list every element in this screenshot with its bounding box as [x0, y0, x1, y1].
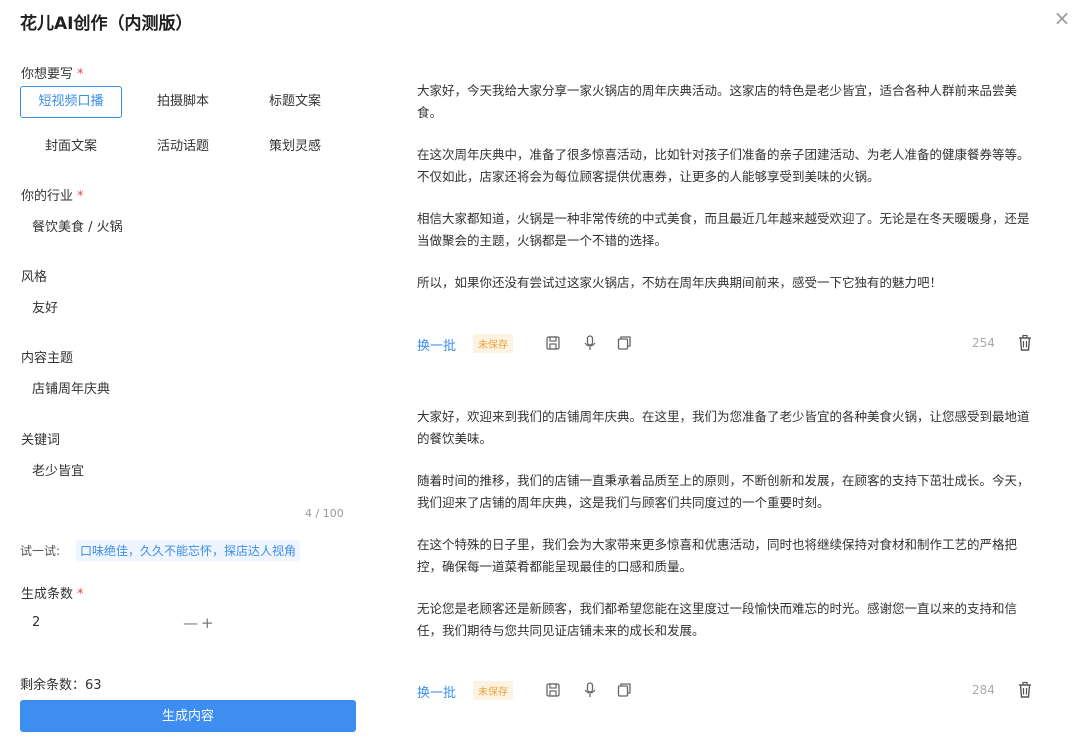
- keywords-input[interactable]: 老少皆宜: [32, 460, 84, 479]
- refresh-button[interactable]: 换一批: [417, 682, 456, 701]
- unsaved-badge: 未保存: [473, 681, 513, 700]
- result-paragraph: 无论您是老顾客还是新顾客，我们都希望您能在这里度过一段愉快而难忘的时光。感谢您一…: [417, 601, 1018, 638]
- form-panel: 你想要写 * 短视频口播 拍摄脚本 标题文案 封面文案 活动话题 策划灵感 你的行…: [0, 0, 360, 749]
- trash-icon[interactable]: [1017, 681, 1033, 699]
- required-mark: *: [77, 587, 84, 602]
- result-paragraph: 大家好，欢迎来到我们的店铺周年庆典。在这里，我们为您准备了老少皆宜的各种美食火锅…: [417, 409, 1030, 446]
- result-paragraph: 所以，如果你还没有尝试过这家火锅店，不妨在周年庆典期间前来，感受一下它独有的魅力…: [417, 275, 943, 290]
- count-stepper: —+: [183, 614, 217, 632]
- industry-label: 你的行业 *: [21, 189, 84, 204]
- type-option-title-copy[interactable]: 标题文案: [244, 86, 346, 118]
- style-select[interactable]: 友好: [32, 297, 58, 316]
- generate-button[interactable]: 生成内容: [20, 700, 356, 732]
- decrement-button[interactable]: —: [183, 614, 201, 632]
- type-option-script[interactable]: 拍摄脚本: [132, 86, 234, 118]
- write-type-label: 你想要写 *: [21, 67, 84, 82]
- trash-icon[interactable]: [1017, 334, 1033, 352]
- keywords-counter: 4 / 100: [305, 507, 344, 520]
- save-icon[interactable]: [545, 681, 561, 699]
- result-card-2: 大家好，欢迎来到我们的店铺周年庆典。在这里，我们为您准备了老少皆宜的各种美食火锅…: [417, 406, 1037, 662]
- result-paragraph: 在这次周年庆典中，准备了很多惊喜活动，比如针对孩子们准备的亲子团建活动、为老人准…: [417, 147, 1030, 184]
- count-input[interactable]: 2: [32, 615, 40, 630]
- required-mark: *: [77, 189, 84, 204]
- result-toolbar-1: 换一批 未保存 254: [417, 334, 1037, 354]
- required-mark: *: [77, 67, 84, 82]
- try-row: 试一试: 口味绝佳，久久不能忘怀，探店达人视角: [20, 540, 301, 561]
- increment-button[interactable]: +: [201, 614, 217, 632]
- close-icon[interactable]: ×: [1052, 8, 1072, 28]
- save-icon[interactable]: [545, 334, 561, 352]
- count-label: 生成条数 *: [21, 587, 84, 602]
- microphone-icon[interactable]: [582, 681, 598, 699]
- copy-icon[interactable]: [616, 681, 632, 699]
- result-toolbar-2: 换一批 未保存 284: [417, 681, 1037, 701]
- refresh-button[interactable]: 换一批: [417, 335, 456, 354]
- result-paragraph: 大家好，今天我给大家分享一家火锅店的周年庆典活动。这家店的特色是老少皆宜，适合各…: [417, 83, 1018, 120]
- topic-label: 内容主题: [21, 351, 74, 366]
- result-paragraph: 在这个特殊的日子里，我们会为大家带来更多惊喜和优惠活动，同时也将继续保持对食材和…: [417, 537, 1018, 574]
- microphone-icon[interactable]: [582, 334, 598, 352]
- word-count: 254: [972, 336, 995, 350]
- type-option-cover-copy[interactable]: 封面文案: [20, 131, 122, 163]
- remaining-count: 剩余条数：63: [20, 678, 102, 693]
- result-card-1: 大家好，今天我给大家分享一家火锅店的周年庆典活动。这家店的特色是老少皆宜，适合各…: [417, 80, 1037, 314]
- result-paragraph: 相信大家都知道，火锅是一种非常传统的中式美食，而且最近几年越来越受欢迎了。无论是…: [417, 211, 1030, 248]
- style-label: 风格: [21, 270, 48, 285]
- copy-icon[interactable]: [616, 334, 632, 352]
- try-suggestion-chip[interactable]: 口味绝佳，久久不能忘怀，探店达人视角: [76, 540, 301, 561]
- result-paragraph: 随着时间的推移，我们的店铺一直秉承着品质至上的原则，不断创新和发展，在顾客的支持…: [417, 473, 1030, 510]
- word-count: 284: [972, 683, 995, 697]
- write-type-options: 短视频口播 拍摄脚本 标题文案 封面文案 活动话题 策划灵感: [20, 86, 346, 163]
- type-option-event-topic[interactable]: 活动话题: [132, 131, 234, 163]
- keywords-label: 关键词: [21, 433, 61, 448]
- type-option-planning-ideas[interactable]: 策划灵感: [244, 131, 346, 163]
- try-label: 试一试:: [20, 544, 61, 558]
- industry-select[interactable]: 餐饮美食 / 火锅: [32, 216, 123, 235]
- topic-input[interactable]: 店铺周年庆典: [32, 378, 110, 397]
- unsaved-badge: 未保存: [473, 334, 513, 353]
- type-option-short-video[interactable]: 短视频口播: [20, 86, 122, 118]
